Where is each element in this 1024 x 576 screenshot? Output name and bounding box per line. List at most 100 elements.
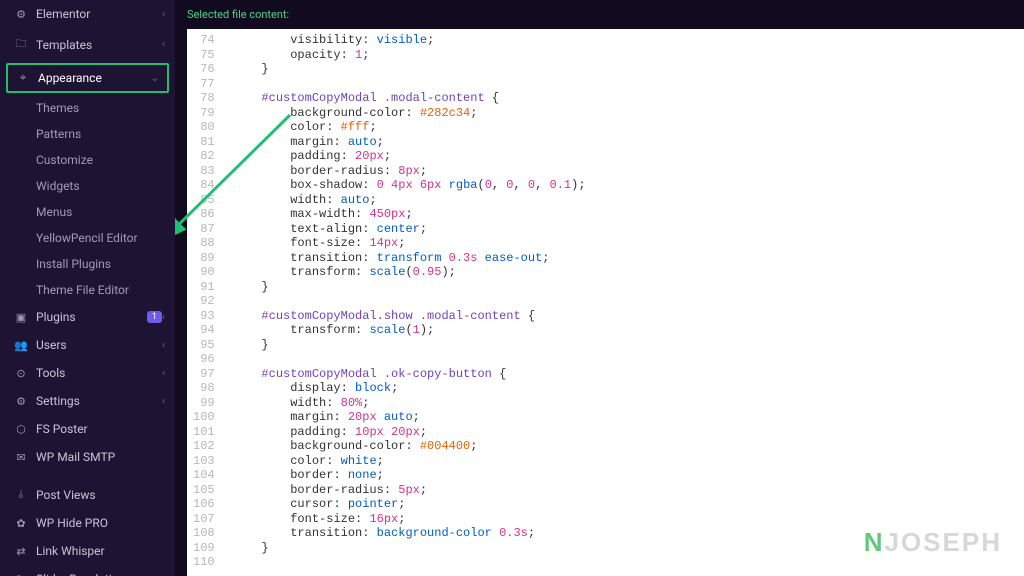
chevron-icon: ‹ (162, 340, 165, 351)
sidebar-item-label: Appearance (38, 71, 151, 85)
sidebar-subitem-themes[interactable]: Themes (0, 95, 175, 121)
line-number: 94 (193, 323, 215, 338)
code-line: opacity: 1; (233, 48, 586, 63)
code-line: transform: scale(0.95); (233, 265, 586, 280)
line-number: 109 (193, 541, 215, 556)
sidebar-item-users[interactable]: 👥 Users‹ (0, 331, 175, 359)
line-number: 106 (193, 497, 215, 512)
slider-revolution-icon: ↻ (14, 573, 28, 576)
code-line: } (233, 541, 586, 556)
sidebar-item-tools[interactable]: ⊙Tools‹ (0, 359, 175, 387)
line-number: 88 (193, 236, 215, 251)
settings-icon: ⚙ (14, 395, 28, 408)
sidebar-item-label: Plugins (36, 310, 143, 324)
code-line: #customCopyModal .modal-content { (233, 91, 586, 106)
chevron-icon: ‹ (162, 396, 165, 407)
line-number: 82 (193, 149, 215, 164)
line-number: 100 (193, 410, 215, 425)
chevron-icon: ‹ (162, 39, 165, 50)
sidebar-menu-bottom: ⫰Post Views✿WP Hide PRO⇄Link Whisper↻Sli… (0, 481, 175, 576)
code-line: } (233, 280, 586, 295)
line-number: 103 (193, 454, 215, 469)
line-number: 99 (193, 396, 215, 411)
code-line: color: #fff; (233, 120, 586, 135)
line-number: 97 (193, 367, 215, 382)
elementor-icon: ⚙ (14, 8, 28, 21)
code-line: transition: background-color 0.3s; (233, 526, 586, 541)
sidebar-subitem-customize[interactable]: Customize (0, 147, 175, 173)
main-panel: Selected file content: 74757677787980818… (175, 0, 1024, 576)
code-line (233, 555, 586, 570)
line-number: 95 (193, 338, 215, 353)
sidebar-item-templates[interactable]: 🗀 Templates‹ (0, 28, 175, 61)
line-number: 79 (193, 106, 215, 121)
sidebar-item-appearance[interactable]: ⌖ Appearance ⌄ (8, 65, 167, 91)
code-line: border: none; (233, 468, 586, 483)
line-number: 90 (193, 265, 215, 280)
sidebar-menu-mid: ▣Plugins1‹👥Users‹⊙Tools‹⚙Settings‹⬡FS Po… (0, 303, 175, 471)
sidebar-item-wp-hide-pro[interactable]: ✿WP Hide PRO (0, 509, 175, 537)
line-number: 86 (193, 207, 215, 222)
code-line: #customCopyModal.show .modal-content { (233, 309, 586, 324)
line-number: 101 (193, 425, 215, 440)
sidebar-item-label: Templates (36, 38, 162, 52)
sidebar-item-label: WP Hide PRO (36, 516, 165, 530)
code-line (233, 352, 586, 367)
code-line: box-shadow: 0 4px 6px rgba(0, 0, 0, 0.1)… (233, 178, 586, 193)
sidebar-item-fs-poster[interactable]: ⬡FS Poster (0, 415, 175, 443)
code-line: color: white; (233, 454, 586, 469)
watermark-logo: NJOSEPH (864, 527, 1002, 558)
chevron-down-icon: ⌄ (151, 73, 159, 84)
code-line (233, 294, 586, 309)
code-editor[interactable]: 7475767778798081828384858687888990919293… (187, 29, 1024, 576)
code-line: #customCopyModal .ok-copy-button { (233, 367, 586, 382)
code-content[interactable]: visibility: visible; opacity: 1; } #cust… (223, 29, 586, 574)
code-line: transition: transform 0.3s ease-out; (233, 251, 586, 266)
sidebar-subitem-yellowpencil-editor[interactable]: YellowPencil Editor (0, 225, 175, 251)
sidebar-item-label: Users (36, 338, 162, 352)
code-line: width: 80%; (233, 396, 586, 411)
chevron-icon: ‹ (162, 368, 165, 379)
code-line: background-color: #282c34; (233, 106, 586, 121)
sidebar-subitem-widgets[interactable]: Widgets (0, 173, 175, 199)
sidebar-item-settings[interactable]: ⚙Settings‹ (0, 387, 175, 415)
sidebar-item-appearance-highlight: ⌖ Appearance ⌄ (6, 63, 169, 93)
sidebar-menu-top: ⚙ Elementor ‹🗀 Templates‹ (0, 0, 175, 61)
sidebar-item-post-views[interactable]: ⫰Post Views (0, 481, 175, 509)
sidebar-item-label: Elementor (36, 7, 162, 21)
sidebar-item-label: WP Mail SMTP (36, 450, 165, 464)
line-number: 74 (193, 33, 215, 48)
line-number: 98 (193, 381, 215, 396)
sidebar-subitem-install-plugins[interactable]: Install Plugins (0, 251, 175, 277)
users-icon: 👥 (14, 339, 28, 352)
sidebar-submenu-appearance: ThemesPatternsCustomizeWidgetsMenusYello… (0, 95, 175, 303)
admin-sidebar: ⚙Elementor‹🗀Templates‹ ⌖ Appearance ⌄ Th… (0, 0, 175, 576)
code-line: display: block; (233, 381, 586, 396)
chevron-icon: ‹ (162, 312, 165, 323)
sidebar-subitem-theme-file-editor[interactable]: Theme File Editor (0, 277, 175, 303)
sidebar-item-plugins[interactable]: ▣ Plugins 1‹ (0, 303, 175, 331)
sidebar-subitem-patterns[interactable]: Patterns (0, 121, 175, 147)
fs-poster-icon: ⬡ (14, 423, 28, 436)
update-count-badge: 1 (147, 311, 162, 323)
templates-icon: 🗀 (14, 35, 28, 54)
line-number: 89 (193, 251, 215, 266)
line-number: 80 (193, 120, 215, 135)
line-number: 85 (193, 193, 215, 208)
sidebar-item-elementor[interactable]: ⚙Elementor‹ (0, 0, 175, 28)
line-number: 91 (193, 280, 215, 295)
code-line: font-size: 16px; (233, 512, 586, 527)
line-number: 77 (193, 77, 215, 92)
sidebar-item-slider-revolution[interactable]: ↻Slider Revolution‹ (0, 565, 175, 576)
sidebar-item-link-whisper[interactable]: ⇄Link Whisper (0, 537, 175, 565)
line-number: 105 (193, 483, 215, 498)
line-number: 110 (193, 555, 215, 570)
plugins-icon: ▣ (14, 311, 28, 324)
line-number: 93 (193, 309, 215, 324)
line-number: 83 (193, 164, 215, 179)
sidebar-item-wp-mail-smtp[interactable]: ✉WP Mail SMTP (0, 443, 175, 471)
line-number-gutter: 7475767778798081828384858687888990919293… (187, 29, 223, 574)
sidebar-subitem-menus[interactable]: Menus (0, 199, 175, 225)
code-line: border-radius: 5px; (233, 483, 586, 498)
line-number: 96 (193, 352, 215, 367)
